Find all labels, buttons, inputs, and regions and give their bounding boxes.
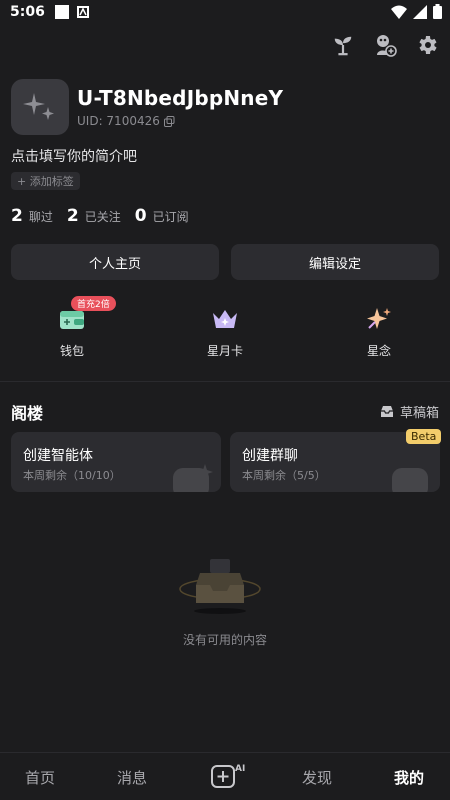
signal-icon <box>413 4 427 19</box>
notification-a-icon <box>76 6 89 18</box>
svg-text:AI: AI <box>235 764 245 774</box>
gear-icon[interactable] <box>414 32 440 58</box>
stats-row: 2 聊过 2 已关注 0 已订阅 <box>11 206 189 226</box>
drafts-button[interactable]: 草稿箱 <box>380 402 439 421</box>
nav-mine[interactable]: 我的 <box>394 767 424 788</box>
stat-label: 聊过 <box>28 210 53 224</box>
stat-number: 0 <box>134 206 147 226</box>
first-recharge-badge: 首充2倍 <box>71 296 116 311</box>
stat-label: 已关注 <box>84 210 121 224</box>
ai-create-icon: AI <box>211 764 245 788</box>
empty-box-icon <box>179 559 261 614</box>
nav-discover[interactable]: 发现 <box>302 767 332 788</box>
stat-following[interactable]: 2 已关注 <box>67 206 121 226</box>
bio-text[interactable]: 点击填写你的简介吧 <box>11 146 137 166</box>
feature-star-wish[interactable]: 星念 <box>334 304 424 359</box>
nav-messages[interactable]: 消息 <box>117 767 147 788</box>
status-bar: 5:06 <box>0 0 450 24</box>
stat-number: 2 <box>11 206 23 226</box>
group-watermark-icon <box>392 468 428 492</box>
agent-watermark-icon <box>173 464 213 492</box>
copy-icon[interactable] <box>163 115 175 127</box>
uid-row: UID: 7100426 <box>77 114 175 128</box>
stat-label: 已订阅 <box>152 210 189 224</box>
nav-ai-create-button[interactable]: AI <box>211 761 247 789</box>
uid-text: UID: 7100426 <box>77 114 160 128</box>
add-tag-button[interactable]: + 添加标签 <box>11 172 80 190</box>
create-agent-card[interactable]: 创建智能体 本周剩余（10/10） <box>11 432 221 492</box>
edit-settings-button[interactable]: 编辑设定 <box>231 244 439 280</box>
crown-icon <box>213 310 237 328</box>
bottom-navigation: 首页 消息 AI 发现 我的 <box>0 752 450 800</box>
feature-star-moon-card[interactable]: 星月卡 <box>180 304 270 359</box>
personal-homepage-button[interactable]: 个人主页 <box>11 244 219 280</box>
inbox-icon <box>380 406 393 417</box>
sparkle-avatar-icon <box>23 93 54 120</box>
stat-number: 2 <box>66 206 79 226</box>
feature-wallet[interactable]: 首充2倍 钱包 <box>27 296 117 359</box>
beta-badge: Beta <box>406 429 442 444</box>
stat-chatted[interactable]: 2 聊过 <box>11 206 53 226</box>
card-subtitle: 本周剩余（5/5） <box>242 469 326 482</box>
avatar[interactable] <box>11 79 69 135</box>
status-time: 5:06 <box>10 4 45 20</box>
card-title: 创建智能体 <box>23 448 93 464</box>
feature-label: 星念 <box>366 344 391 358</box>
top-actions <box>330 32 440 58</box>
username: U-T8NbedJbpNneY <box>77 86 284 110</box>
battery-icon <box>433 4 442 19</box>
wifi-icon <box>391 5 407 19</box>
sparkle-icon <box>367 308 391 329</box>
notification-icon <box>54 5 69 19</box>
feature-label: 钱包 <box>59 344 84 358</box>
card-subtitle: 本周剩余（10/10） <box>23 469 121 482</box>
drafts-label: 草稿箱 <box>399 406 439 421</box>
section-title: 阁楼 <box>11 404 44 423</box>
section-divider <box>0 381 450 382</box>
stat-subscribed[interactable]: 0 已订阅 <box>135 206 189 226</box>
sprout-icon[interactable] <box>330 32 356 58</box>
card-title: 创建群聊 <box>242 448 298 464</box>
nav-home[interactable]: 首页 <box>25 767 55 788</box>
add-persona-icon[interactable] <box>372 32 398 58</box>
empty-state-text: 没有可用的内容 <box>182 633 267 647</box>
feature-label: 星月卡 <box>206 344 243 358</box>
